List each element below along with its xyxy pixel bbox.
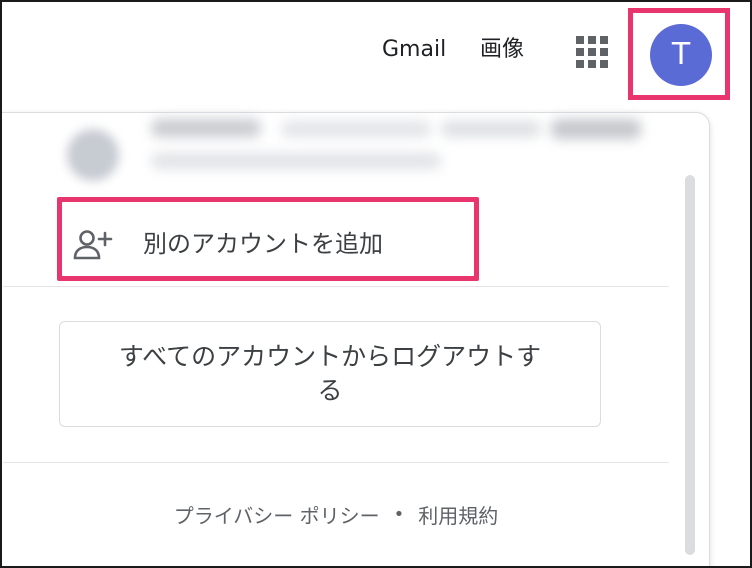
menu-divider <box>3 286 669 287</box>
apps-grid-icon[interactable] <box>574 34 610 70</box>
images-link[interactable]: 画像 <box>480 35 524 65</box>
privacy-policy-link[interactable]: プライバシー ポリシー <box>174 500 380 529</box>
blurred-account-email <box>151 153 441 169</box>
sign-out-all-label: すべてのアカウントからログアウトする <box>118 342 542 405</box>
account-menu-card: 別のアカウントを追加 すべてのアカウントからログアウトする プライバシー ポリシ… <box>2 112 710 566</box>
current-account-row[interactable] <box>2 113 691 193</box>
blurred-account-avatar <box>67 129 119 181</box>
screenshot-frame: Gmail 画像 T 別のアカウントを追加 すべてのアカウントからログアウトする… <box>0 0 752 568</box>
blurred-account-name <box>151 119 261 137</box>
top-bar: Gmail 画像 T <box>2 2 750 102</box>
gmail-link[interactable]: Gmail <box>382 35 446 65</box>
menu-scrollbar[interactable] <box>685 175 695 555</box>
blurred-account-name-extra <box>281 121 431 137</box>
blurred-account-detail-extra <box>551 119 641 139</box>
add-account-highlight-box <box>57 197 479 281</box>
avatar-highlight-box <box>628 8 730 100</box>
sign-out-all-button[interactable]: すべてのアカウントからログアウトする <box>59 321 601 427</box>
menu-footer: プライバシー ポリシー • 利用規約 <box>3 497 669 531</box>
menu-divider <box>3 462 669 463</box>
blurred-account-detail <box>441 121 541 137</box>
terms-link[interactable]: 利用規約 <box>418 500 498 529</box>
footer-separator: • <box>393 503 405 525</box>
